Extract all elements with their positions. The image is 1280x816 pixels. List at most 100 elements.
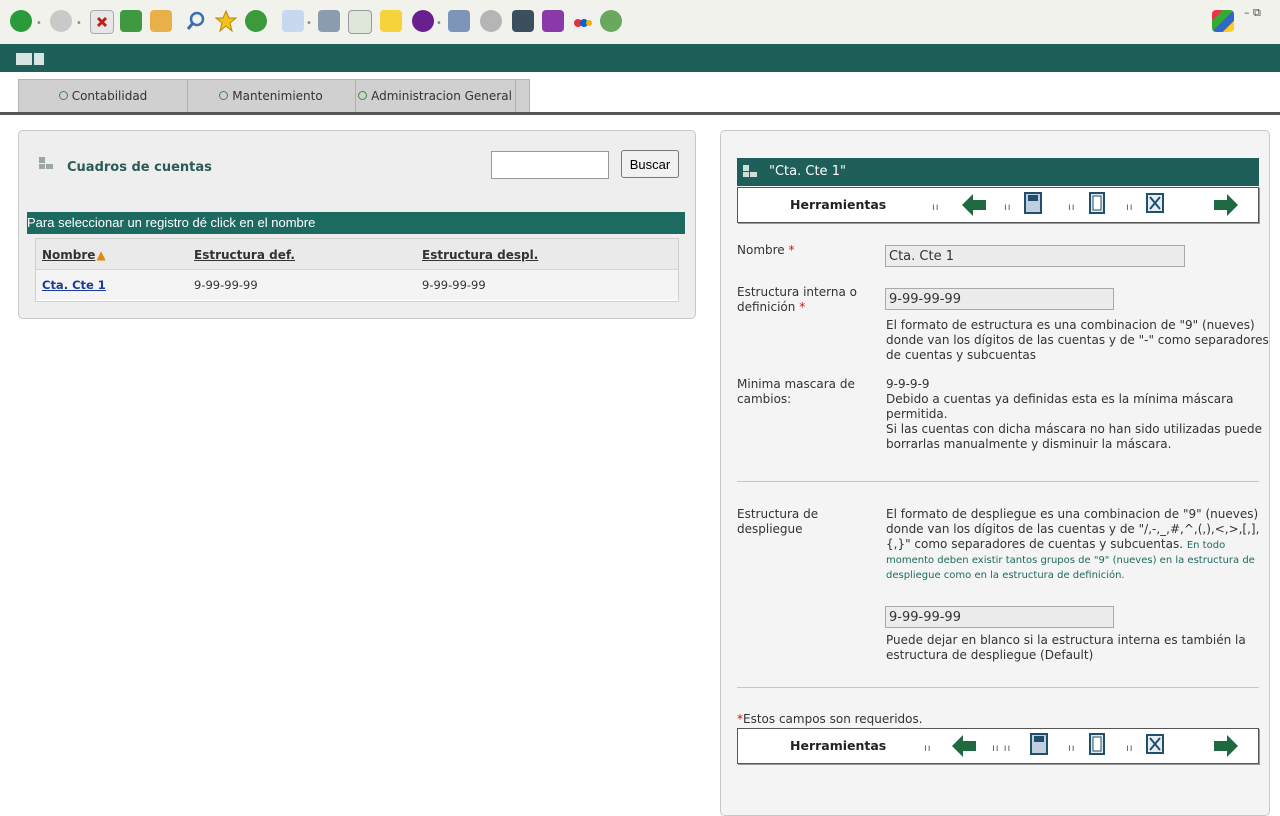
new-document-icon[interactable] (1088, 733, 1106, 755)
menu-divider (0, 112, 1280, 115)
label-text: Nombre (737, 243, 785, 257)
forward-icon[interactable] (50, 10, 72, 32)
windows-logo-icon (1212, 10, 1234, 32)
help-line: estructura de despliegue (Default) (886, 648, 1094, 662)
search-button[interactable]: Buscar (621, 150, 679, 178)
ebay-icon[interactable] (572, 10, 594, 32)
cell-estructura-def: 9-99-99-99 (194, 278, 258, 292)
delete-icon[interactable] (1146, 192, 1164, 214)
detail-title: "Cta. Cte 1" (769, 164, 846, 179)
disc-icon[interactable] (480, 10, 502, 32)
menu-label: Administracion General (371, 89, 512, 103)
section-divider (737, 687, 1259, 688)
mail-dropdown-icon[interactable]: • (306, 18, 312, 29)
save-icon[interactable] (1030, 733, 1048, 755)
separator: ıı (1004, 202, 1012, 213)
label-text: Estructura de (737, 507, 819, 521)
app-logo-mark-2 (34, 53, 44, 65)
toolbar-app-icon[interactable] (512, 10, 534, 32)
tools-label: Herramientas (790, 738, 887, 753)
back-icon[interactable] (10, 10, 32, 32)
stop-icon[interactable] (90, 10, 114, 34)
required-marker: * (799, 300, 806, 314)
panel-icon (743, 165, 757, 177)
search-icon[interactable] (185, 10, 207, 32)
help-line: Puede dejar en blanco si la estructura i… (886, 633, 1246, 647)
tools-label: Herramientas (790, 197, 887, 212)
search-input[interactable] (491, 151, 609, 179)
estructura-despliegue-input[interactable]: 9-99-99-99 (885, 606, 1114, 628)
label-text: despliegue (737, 522, 803, 536)
bullet-icon (358, 91, 368, 100)
next-arrow-icon[interactable] (1214, 735, 1238, 757)
window-controls[interactable]: – ⧉ (1244, 6, 1261, 20)
column-header-estructura-def[interactable]: Estructura def. (194, 248, 295, 262)
field-label-minima-mascara: Minima mascara de cambios: (737, 377, 855, 407)
help-line: El formato de estructura es una combinac… (886, 318, 1255, 332)
help-line: Debido a cuentas ya definidas esta es la… (886, 392, 1234, 406)
help-line: Si las cuentas con dicha máscara no han … (886, 422, 1262, 436)
table-row: Cta. Cte 1 9-99-99-99 9-99-99-99 (36, 270, 678, 300)
back-dropdown-icon[interactable]: • (36, 18, 42, 29)
minima-mascara-info: 9-9-9-9 Debido a cuentas ya definidas es… (886, 377, 1262, 452)
separator: ıı (1068, 743, 1076, 754)
previous-arrow-icon[interactable] (952, 735, 976, 757)
browser-toolbar: • • • • – ⧉ (0, 0, 1280, 45)
app-header (0, 44, 1280, 72)
menu-mantenimiento[interactable]: Mantenimiento (187, 80, 356, 112)
next-arrow-icon[interactable] (1214, 194, 1238, 216)
help-line: donde van los dígitos de las cuentas y d… (886, 333, 1269, 347)
main-menu: Contabilidad Mantenimiento Administracio… (18, 79, 530, 113)
selection-hint: Para seleccionar un registro dé click en… (27, 212, 685, 234)
note-text: despliegue como en la estructura de defi… (886, 570, 1125, 581)
column-header-estructura-despl[interactable]: Estructura despl. (422, 248, 538, 262)
help-line: El formato de despliegue es una combinac… (886, 507, 1259, 521)
estructura-interna-input[interactable]: 9-99-99-99 (885, 288, 1114, 310)
yahoo-icon[interactable] (412, 10, 434, 32)
forward-dropdown-icon[interactable]: • (76, 18, 82, 29)
previous-arrow-icon[interactable] (962, 194, 986, 216)
menu-contabilidad[interactable]: Contabilidad (19, 80, 188, 112)
home-icon[interactable] (150, 10, 172, 32)
save-icon[interactable] (1024, 192, 1042, 214)
field-label-nombre: Nombre * (737, 243, 795, 258)
column-header-nombre[interactable]: Nombre▲ (42, 248, 106, 262)
table-header: Nombre▲ Estructura def. Estructura despl… (36, 239, 678, 270)
messenger-icon[interactable] (542, 10, 564, 32)
media-icon[interactable] (448, 10, 470, 32)
menu-label: Mantenimiento (232, 89, 323, 103)
account-name-link[interactable]: Cta. Cte 1 (42, 278, 106, 292)
contacts-icon[interactable] (600, 10, 622, 32)
notes-icon[interactable] (380, 10, 402, 32)
help-line: {,}" como separadores de cuentas y subcu… (886, 537, 1184, 551)
field-label-estructura-despliegue: Estructura de despliegue (737, 507, 818, 537)
help-line: donde van los dígitos de las cuentas y d… (886, 522, 1260, 536)
tools-bar-top: Herramientas ıı ıı ıı ıı (737, 187, 1259, 223)
favorites-icon[interactable] (214, 9, 238, 33)
print-icon[interactable] (318, 10, 340, 32)
edit-icon[interactable] (348, 10, 372, 34)
nombre-input[interactable]: Cta. Cte 1 (885, 245, 1185, 267)
bullet-icon (219, 91, 229, 100)
section-divider (737, 481, 1259, 482)
help-line: borrarlas manualmente y disminuir la más… (886, 437, 1172, 451)
label-text: cambios: (737, 392, 792, 406)
app-logo-mark (16, 53, 32, 65)
help-line: de cuentas y subcuentas (886, 348, 1037, 362)
new-document-icon[interactable] (1088, 192, 1106, 214)
estructura-interna-help: El formato de estructura es una combinac… (886, 318, 1269, 363)
minima-mascara-value: 9-9-9-9 (886, 377, 930, 391)
note-text: momento deben existir tantos grupos de "… (886, 555, 1255, 566)
label-text: Minima mascara de (737, 377, 855, 391)
menu-administracion-general[interactable]: Administracion General (355, 80, 516, 112)
column-label: Nombre (42, 248, 96, 262)
refresh-icon[interactable] (120, 10, 142, 32)
mail-icon[interactable] (282, 10, 304, 32)
accounts-table: Nombre▲ Estructura def. Estructura despl… (35, 238, 679, 302)
yahoo-dropdown-icon[interactable]: • (436, 18, 442, 29)
history-icon[interactable] (245, 10, 267, 32)
delete-icon[interactable] (1146, 733, 1164, 755)
note-text: En todo (1186, 540, 1226, 551)
bullet-icon (58, 91, 68, 100)
accounts-list-panel: Cuadros de cuentas Buscar Para seleccion… (18, 130, 696, 319)
